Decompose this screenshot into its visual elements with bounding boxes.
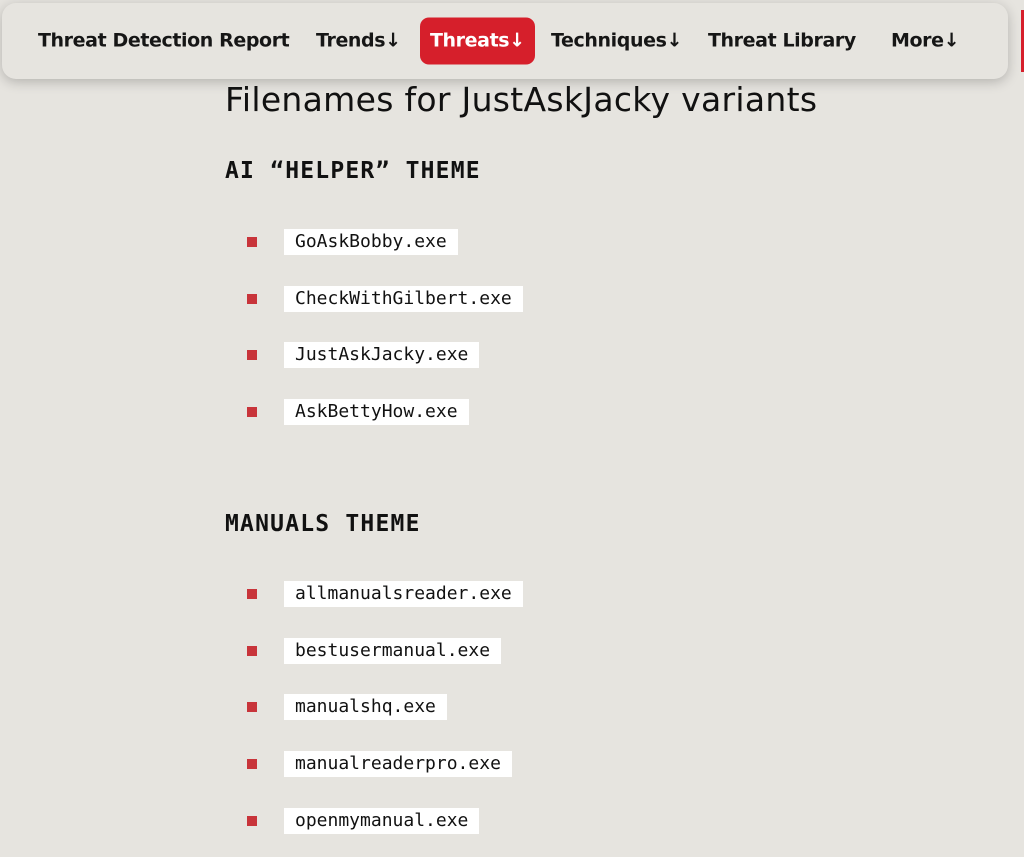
dropdown-arrow-icon: ↓ (943, 29, 960, 52)
nav-techniques[interactable]: Techniques↓ (551, 29, 683, 52)
filename-code: openmymanual.exe (284, 808, 480, 834)
bullet-square-icon (247, 646, 257, 656)
filename-code: GoAskBobby.exe (284, 229, 458, 255)
nav-more[interactable]: More↓ (891, 29, 960, 52)
section-heading-ai-helper: AI “HELPER” THEME (225, 158, 481, 184)
filename-code: manualreaderpro.exe (284, 751, 512, 777)
page-title: Filenames for JustAskJacky variants (225, 80, 818, 119)
section-heading-manuals: MANUALS THEME (225, 511, 421, 537)
list-item: CheckWithGilbert.exe (247, 285, 523, 313)
list-item: GoAskBobby.exe (247, 228, 458, 256)
filename-code: JustAskJacky.exe (284, 342, 480, 368)
bullet-square-icon (247, 294, 257, 304)
nav-threat-library[interactable]: Threat Library (708, 29, 856, 52)
bullet-square-icon (247, 350, 257, 360)
list-item: manualshq.exe (247, 693, 447, 721)
bullet-square-icon (247, 589, 257, 599)
list-item: bestusermanual.exe (247, 637, 502, 665)
nav-label: Threats (430, 29, 510, 52)
nav-label: Techniques (551, 29, 667, 52)
filename-code: CheckWithGilbert.exe (284, 286, 523, 312)
list-item: JustAskJacky.exe (247, 341, 480, 369)
dropdown-arrow-icon: ↓ (666, 29, 683, 52)
bullet-square-icon (247, 237, 257, 247)
dropdown-arrow-icon: ↓ (385, 29, 401, 52)
page: Threat Detection Report Trends↓ Threats↓… (0, 0, 1024, 857)
list-item: manualreaderpro.exe (247, 750, 512, 778)
nav-trends[interactable]: Trends↓ (316, 29, 401, 52)
nav-label: More (891, 29, 944, 52)
nav-threats[interactable]: Threats↓ (420, 17, 535, 65)
bullet-square-icon (247, 702, 257, 712)
nav-label: Trends (316, 29, 386, 52)
list-item: AskBettyHow.exe (247, 398, 469, 426)
list-item: openmymanual.exe (247, 807, 480, 835)
filename-code: manualshq.exe (284, 694, 447, 720)
filename-code: AskBettyHow.exe (284, 399, 469, 425)
bullet-square-icon (247, 759, 257, 769)
bullet-square-icon (247, 407, 257, 417)
filename-code: allmanualsreader.exe (284, 581, 523, 607)
dropdown-arrow-icon: ↓ (509, 29, 525, 52)
bullet-square-icon (247, 816, 257, 826)
top-navigation-bar: Threat Detection Report Trends↓ Threats↓… (2, 3, 1008, 79)
brand-link[interactable]: Threat Detection Report (38, 31, 290, 51)
list-item: allmanualsreader.exe (247, 580, 523, 608)
filename-code: bestusermanual.exe (284, 638, 502, 664)
nav-label: Threat Library (708, 29, 856, 52)
